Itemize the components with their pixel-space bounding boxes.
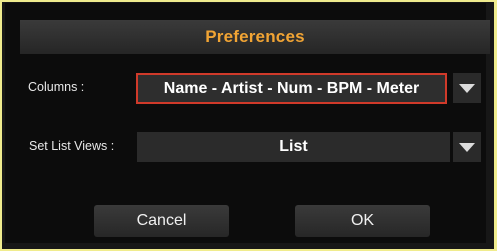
ok-button[interactable]: OK xyxy=(295,205,430,237)
triangle-down-icon xyxy=(459,83,475,93)
dialog-title: Preferences xyxy=(205,27,305,46)
set-list-views-select[interactable]: List xyxy=(137,132,450,162)
set-list-views-label: Set List Views : xyxy=(29,139,115,153)
set-list-views-dropdown-button[interactable] xyxy=(453,132,481,162)
dialog-title-bar: Preferences xyxy=(20,20,490,54)
columns-label: Columns : xyxy=(28,80,85,94)
columns-dropdown-button[interactable] xyxy=(453,73,481,103)
triangle-down-icon xyxy=(459,142,475,152)
columns-select[interactable]: Name - Artist - Num - BPM - Meter xyxy=(136,73,447,104)
cancel-button[interactable]: Cancel xyxy=(94,205,229,237)
